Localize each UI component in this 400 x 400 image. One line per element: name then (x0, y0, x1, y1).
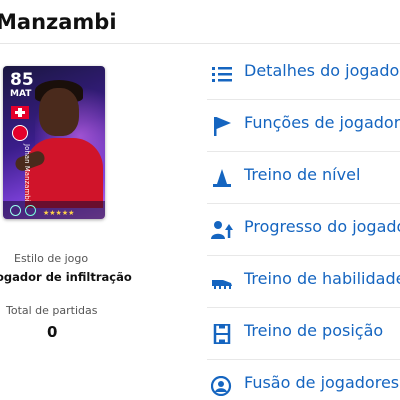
menu-item-player-progress[interactable]: Progresso do jogado (207, 204, 400, 256)
menu-item-skill-training[interactable]: Treino de habilidade (207, 256, 400, 308)
person-up-icon (211, 221, 233, 239)
player-card[interactable]: 85 MAT Johan Manzambi ★★★★★ (3, 66, 105, 219)
card-rating: 85 (10, 70, 34, 90)
flag-icon (214, 117, 231, 136)
matches-count: 0 (47, 323, 58, 341)
menu-label: Treino de posição (244, 321, 384, 340)
menu-label: Funções de jogador (244, 113, 400, 132)
skill-icon (25, 205, 36, 216)
menu-label: Fusão de jogadores (244, 373, 400, 392)
matches-label: Total de partidas (6, 304, 98, 317)
card-position: MAT (10, 89, 32, 99)
list-icon (212, 67, 232, 82)
menu-item-player-details[interactable]: Detalhes do jogado (207, 48, 400, 100)
person-search-icon (211, 376, 232, 396)
pitch-icon (213, 324, 231, 344)
menu-item-player-roles[interactable]: Funções de jogador (207, 100, 400, 152)
menu-label: Treino de habilidade (244, 269, 400, 288)
cone-icon (213, 169, 231, 187)
boot-icon (212, 280, 232, 289)
skill-icon (10, 205, 21, 216)
menu-label: Progresso do jogado (244, 217, 400, 236)
play-style-value: ogador de infiltração (0, 270, 132, 284)
menu-item-player-merge[interactable]: Fusão de jogadores (207, 360, 400, 400)
menu-item-level-training[interactable]: Treino de nível (207, 152, 400, 204)
club-badge-icon (12, 125, 28, 141)
menu-label: Treino de nível (244, 165, 361, 184)
card-player-name: Johan Manzambi (23, 144, 31, 202)
menu-item-position-training[interactable]: Treino de posição (207, 308, 400, 360)
swiss-flag-icon (11, 106, 29, 119)
menu-label: Detalhes do jogado (244, 61, 400, 80)
player-face (39, 88, 79, 136)
card-stars: ★★★★★ (43, 209, 75, 217)
page-title: Manzambi (0, 10, 117, 34)
play-style-label: Estilo de jogo (14, 252, 89, 265)
header-bar: Manzambi (0, 0, 400, 44)
player-jersey (25, 138, 103, 208)
